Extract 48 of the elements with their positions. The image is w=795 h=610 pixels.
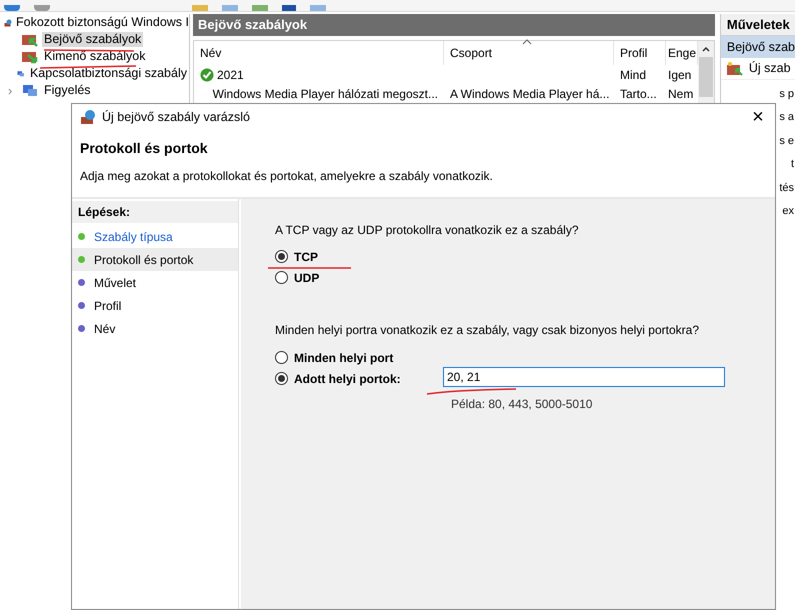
radio-button[interactable]: TCP	[275, 248, 318, 265]
action-item[interactable]: Új szab	[748, 59, 791, 78]
close-button[interactable]: ×	[741, 104, 775, 130]
tree-item[interactable]: Kapcsolatbiztonsági szabály	[28, 66, 189, 81]
action-item[interactable]: s p	[779, 82, 794, 106]
dialog-title: Új bejövő szabály varázsló	[102, 108, 250, 126]
tree-item[interactable]: Bejövő szabályok	[42, 32, 144, 47]
table-cell-text: 2021	[217, 66, 244, 84]
step-item[interactable]: Profil	[72, 294, 238, 317]
monitor-icon	[22, 84, 38, 98]
table-cell-text: Nem	[668, 86, 694, 102]
tree-item[interactable]: Kimenő szabályok	[42, 49, 148, 64]
expand-arrow[interactable]: ›	[8, 84, 18, 97]
question-text: A TCP vagy az UDP protokollra vonatkozik ez a szabály?	[275, 222, 580, 239]
panel-header: Bejövő szabályok	[193, 14, 715, 36]
tree-root[interactable]: Fokozott biztonságú Windows I	[16, 13, 189, 32]
column-header[interactable]: Név	[194, 41, 444, 65]
radio-button[interactable]: UDP	[275, 269, 320, 286]
action-item[interactable]: s a	[779, 106, 794, 129]
tree-item[interactable]: Figyelés	[42, 83, 93, 98]
page-heading: Protokoll és portok	[79, 139, 209, 158]
action-item[interactable]: t	[790, 152, 794, 176]
ports-input-field[interactable]: 20, 21	[443, 367, 725, 387]
steps-header: Lépések:	[72, 201, 238, 223]
action-item[interactable]: tés	[779, 176, 794, 200]
section-header[interactable]: Bejövő szab	[720, 36, 795, 58]
example-hint: Példa: 80, 443, 5000-5010	[451, 396, 592, 413]
step-item[interactable]: Művelet	[72, 271, 238, 294]
action-item[interactable]: s e	[779, 129, 794, 152]
column-header[interactable]: Profil	[614, 41, 666, 65]
sort-caret-icon	[522, 39, 532, 45]
step-item[interactable]: Protokoll és portok	[72, 248, 238, 271]
scroll-thumb[interactable]	[698, 57, 713, 97]
table-cell-text: Tarto...	[620, 86, 657, 102]
table-cell-text: A Windows Media Player há...	[450, 86, 610, 102]
panel-header: Műveletek	[720, 14, 795, 36]
step-item[interactable]: Név	[72, 317, 238, 340]
action-item[interactable]: ex	[782, 200, 794, 223]
question-text: Minden helyi portra vonatkozik ez a szabály, vagy csak bizonyos helyi portokra?	[275, 322, 700, 339]
radio-button[interactable]: Minden helyi port	[275, 349, 394, 366]
page-description: Adja meg azokat a protokollokat és portokat, amelyekre a szabály vonatkozik.	[79, 168, 494, 185]
table-cell-text: Igen	[668, 66, 692, 84]
table-cell-text: Mind	[620, 66, 646, 84]
step-item[interactable]: Szabály típusa	[72, 225, 238, 248]
radio-button[interactable]: Adott helyi portok:	[275, 370, 401, 387]
table-cell-text: Windows Media Player hálózati megoszt...	[212, 86, 438, 102]
firewall-globe-icon	[80, 109, 96, 125]
column-header[interactable]: Csoport	[444, 41, 614, 65]
